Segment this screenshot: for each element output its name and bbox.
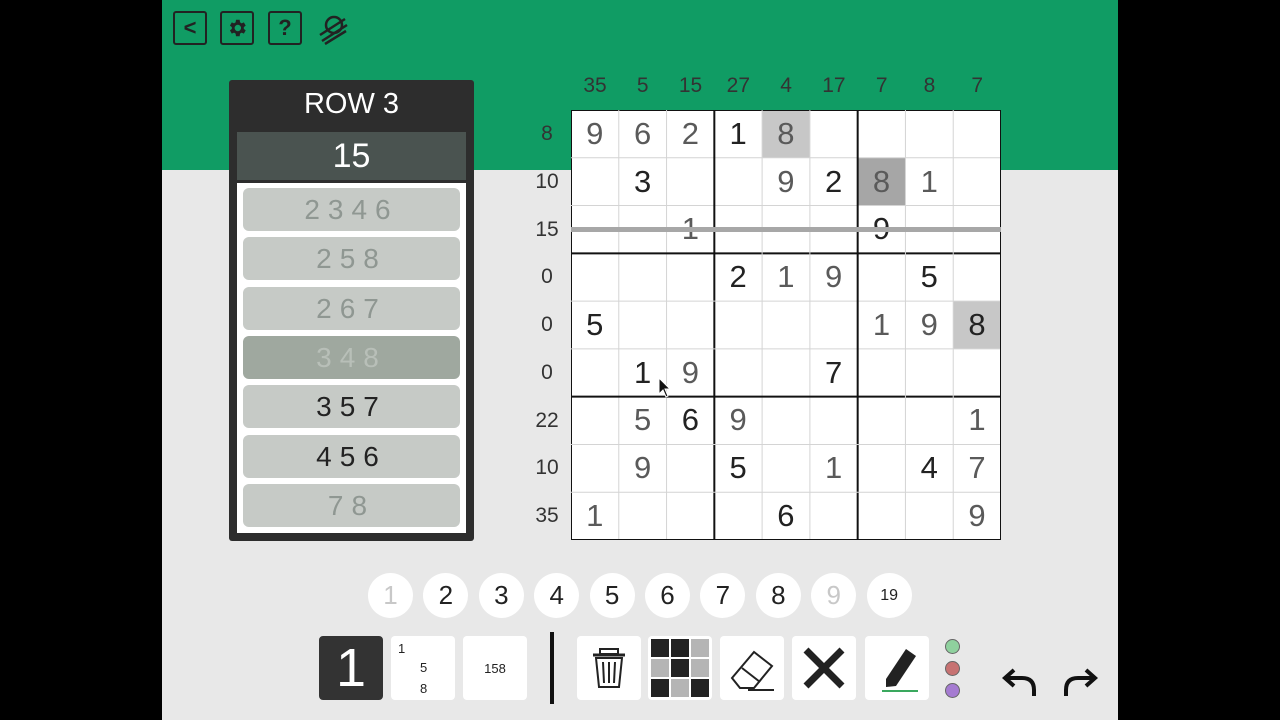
delete-button[interactable] <box>577 636 641 700</box>
row-clue: 0 <box>541 313 553 337</box>
combination-panel: ROW 3 15 2346 258 267 348 357 456 78 <box>229 80 474 541</box>
settings-button[interactable] <box>220 11 254 45</box>
column-clue: 5 <box>636 74 649 97</box>
column-clue: 4 <box>780 74 792 97</box>
cross-button[interactable] <box>792 636 856 700</box>
eraser-button[interactable] <box>720 636 784 700</box>
panel-title: ROW 3 <box>303 88 400 120</box>
color-swatch-green[interactable] <box>945 639 960 654</box>
row-clue: 0 <box>541 265 553 289</box>
trash-icon <box>593 648 625 688</box>
shade-square <box>691 659 709 677</box>
combo-item[interactable]: 267 <box>243 287 460 330</box>
combo-item[interactable]: 2346 <box>243 188 460 231</box>
shade-square <box>671 659 689 677</box>
eraser-icon <box>730 650 774 691</box>
row-clue: 35 <box>535 504 559 528</box>
number-button[interactable]: 9 <box>811 573 857 618</box>
combo-item[interactable]: 357 <box>243 385 460 428</box>
combination-list: 2346 258 267 348 357 456 78 <box>237 183 466 533</box>
pen-icon <box>882 649 918 692</box>
column-clue: 27 <box>726 74 750 97</box>
logo-icon[interactable] <box>317 11 349 45</box>
shade-square <box>671 639 689 657</box>
color-swatch-red[interactable] <box>945 661 960 676</box>
mode-corner-button[interactable]: 1 5 8 <box>391 636 455 700</box>
column-clue: 7 <box>875 74 888 97</box>
combo-item[interactable]: 258 <box>243 237 460 280</box>
corner-digit: 1 <box>398 641 406 656</box>
mode-normal-button[interactable]: 1 <box>319 636 383 700</box>
help-button[interactable]: ? <box>268 11 302 45</box>
undo-icon[interactable] <box>1002 664 1038 700</box>
shade-square <box>691 679 709 697</box>
mouse-cursor-icon <box>658 377 672 398</box>
shade-square <box>651 639 669 657</box>
mode-normal-label: 1 <box>335 638 367 698</box>
number-button[interactable]: 5 <box>589 573 635 618</box>
corner-digit: 8 <box>420 681 428 696</box>
center-label: 158 <box>484 660 506 676</box>
shade-square <box>671 679 689 697</box>
column-clue: 8 <box>923 74 936 97</box>
grid-lines <box>571 110 1001 540</box>
combo-item[interactable]: 456 <box>243 435 460 478</box>
mode-center-button[interactable]: 158 <box>463 636 527 700</box>
number-button[interactable]: 6 <box>645 573 690 618</box>
back-button[interactable]: < <box>173 11 207 45</box>
row-clue: 0 <box>541 360 553 384</box>
row-clue: 22 <box>535 408 559 432</box>
number-button[interactable]: 3 <box>478 573 524 618</box>
combo-item-selected[interactable]: 348 <box>243 336 460 379</box>
redo-icon[interactable] <box>1062 664 1098 700</box>
row-clue: 8 <box>541 122 553 145</box>
cross-icon <box>803 647 845 689</box>
gear-icon <box>229 19 246 37</box>
number-button[interactable]: 2 <box>423 573 469 618</box>
column-clue: 17 <box>822 74 846 97</box>
color-swatch-purple[interactable] <box>945 683 960 698</box>
combo-item[interactable]: 78 <box>243 484 460 527</box>
number-button[interactable]: 7 <box>700 573 746 618</box>
shade-square <box>651 679 669 697</box>
game-app: < ? ROW 3 15 2346 258 267 348 357 456 78… <box>162 0 1118 720</box>
toolbar-divider <box>550 632 554 704</box>
number-button[interactable]: 19 <box>866 573 912 618</box>
row-clue: 10 <box>535 456 559 480</box>
row-clue: 15 <box>535 217 559 241</box>
corner-digit: 5 <box>420 660 428 675</box>
number-button[interactable]: 1 <box>368 573 413 618</box>
number-button[interactable]: 8 <box>755 573 801 618</box>
number-button[interactable]: 4 <box>534 573 580 618</box>
shade-square <box>691 639 709 657</box>
row-clue: 10 <box>535 169 559 193</box>
shade-button[interactable] <box>648 636 712 700</box>
pen-button[interactable] <box>865 636 929 700</box>
grid-shade-icon <box>651 639 709 697</box>
column-clue: 15 <box>678 74 703 97</box>
row-highlight-line <box>571 227 1001 232</box>
column-clue: 7 <box>971 74 984 97</box>
column-clue: 35 <box>583 74 607 97</box>
shade-square <box>651 659 669 677</box>
panel-sum: 15 <box>237 132 466 180</box>
